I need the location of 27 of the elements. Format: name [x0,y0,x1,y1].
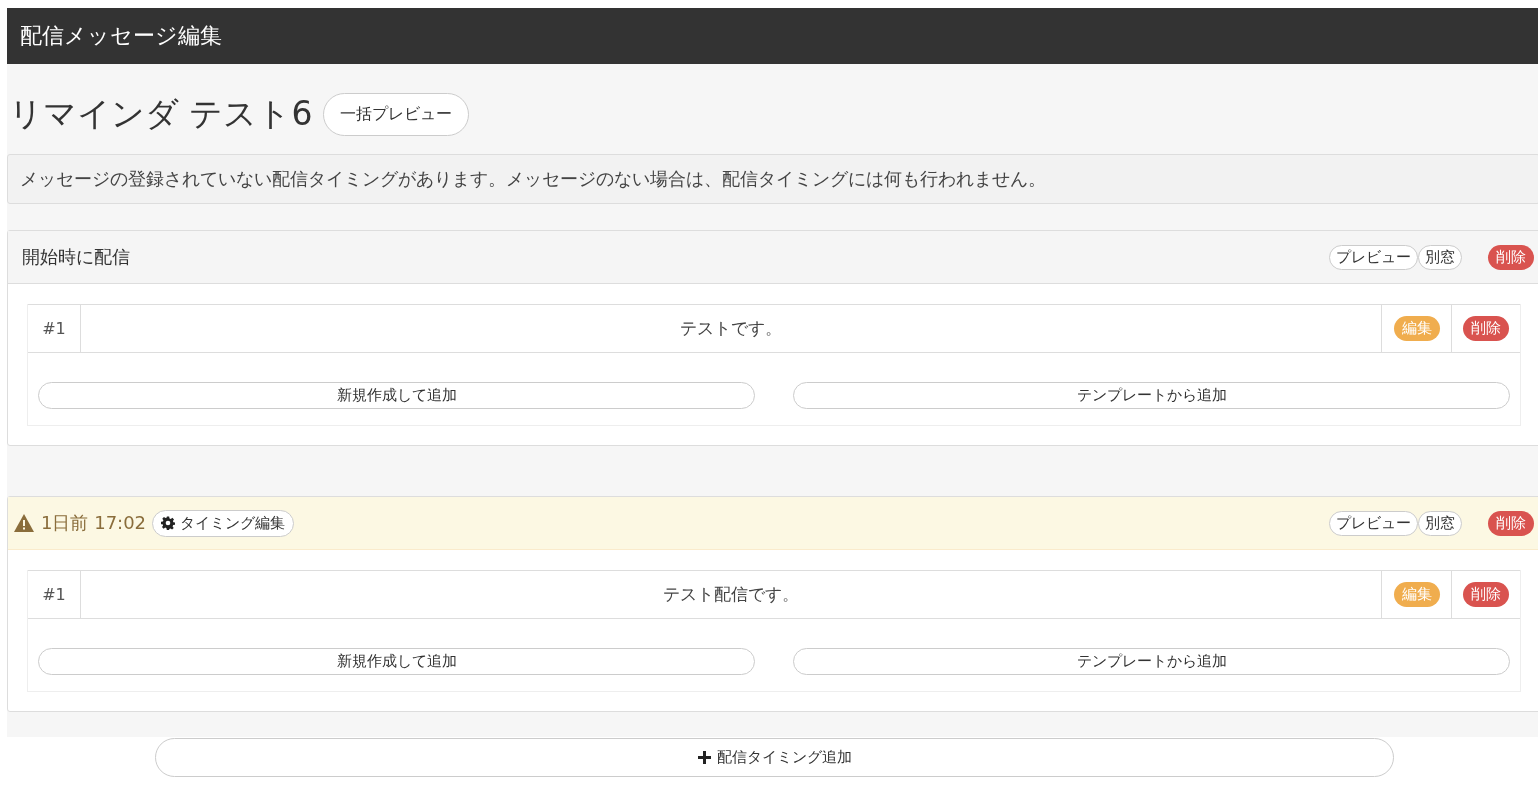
timing-edit-button[interactable]: タイミング編集 [152,509,295,537]
message-number: #1 [28,305,81,352]
timing-title: 開始時に配信 [22,245,130,269]
message-text: テスト配信です。 [662,583,800,606]
plus-icon [697,751,711,764]
delete-button[interactable]: 削除 [1488,510,1534,536]
new-window-button[interactable]: 別窓 [1418,510,1462,536]
preview-button[interactable]: プレビュー [1329,510,1418,536]
timing-title: 1日前 17:02 [41,511,147,535]
add-new-button[interactable]: 新規作成して追加 [38,648,755,675]
message-text: テストです。 [679,317,783,340]
page-title: リマインダ テスト6 [9,92,313,135]
preview-button[interactable]: プレビュー [1329,244,1418,270]
add-from-template-button[interactable]: テンプレートから追加 [793,648,1510,675]
header-title: 配信メッセージ編集 [20,22,222,50]
gear-icon [161,516,176,530]
preview-all-button[interactable]: 一括プレビュー [322,92,469,136]
add-timing-button[interactable]: 配信タイミング追加 [155,738,1394,777]
add-new-button[interactable]: 新規作成して追加 [38,382,755,409]
message-number: #1 [28,571,81,618]
delete-button[interactable]: 削除 [1488,244,1534,270]
delete-button[interactable]: 削除 [1463,582,1509,607]
new-window-button[interactable]: 別窓 [1418,244,1462,270]
notice-message: メッセージの登録されていない配信タイミングがあります。メッセージのない場合は、配信タイミングには何も行われません。 [7,154,1538,204]
warning-icon [13,513,35,533]
add-from-template-button[interactable]: テンプレートから追加 [793,382,1510,409]
delete-button[interactable]: 削除 [1463,316,1509,341]
